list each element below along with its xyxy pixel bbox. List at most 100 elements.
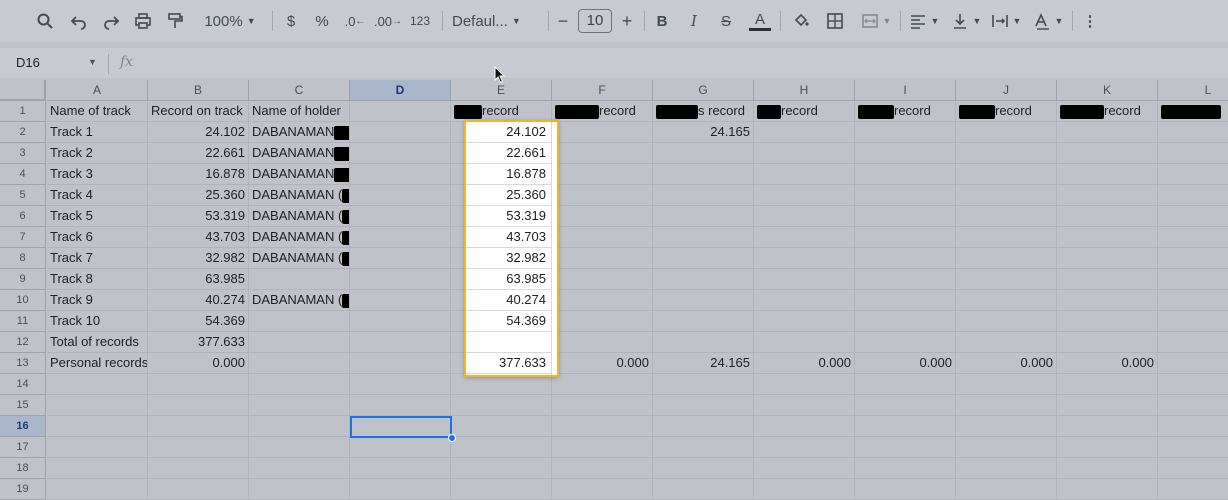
row-header-19[interactable]: 19 <box>0 479 46 500</box>
cell[interactable] <box>350 248 451 269</box>
cell[interactable]: 63.985 <box>148 269 249 290</box>
cell[interactable] <box>1057 269 1158 290</box>
cell[interactable] <box>653 185 754 206</box>
cell[interactable]: Track 3 <box>47 164 148 185</box>
cell[interactable] <box>47 458 148 479</box>
cell[interactable] <box>956 185 1057 206</box>
row-header-13[interactable]: 13 <box>0 353 46 374</box>
column-header-g[interactable]: G <box>653 80 754 101</box>
cell[interactable] <box>1158 143 1228 164</box>
cell[interactable] <box>1057 227 1158 248</box>
cell[interactable] <box>1057 458 1158 479</box>
cell[interactable] <box>956 143 1057 164</box>
cell[interactable] <box>249 269 350 290</box>
cell[interactable] <box>451 374 552 395</box>
cell[interactable] <box>148 458 249 479</box>
cell[interactable] <box>552 227 653 248</box>
cell[interactable] <box>855 416 956 437</box>
number-format-button[interactable]: 123 <box>408 9 432 33</box>
cell[interactable] <box>552 332 653 353</box>
cell[interactable] <box>1057 332 1158 353</box>
cell[interactable] <box>956 395 1057 416</box>
cell[interactable] <box>956 311 1057 332</box>
decrease-decimal-button[interactable]: .0 ← <box>344 9 366 33</box>
cell[interactable]: Track 7 <box>47 248 148 269</box>
cell[interactable] <box>1057 374 1158 395</box>
cell[interactable] <box>47 374 148 395</box>
cell[interactable] <box>350 122 451 143</box>
name-box[interactable]: D16 <box>16 55 40 70</box>
cell[interactable]: Track 5 <box>47 206 148 227</box>
cell[interactable] <box>855 269 956 290</box>
cell[interactable]: 40.274 <box>148 290 249 311</box>
cell[interactable] <box>956 248 1057 269</box>
cell[interactable] <box>754 164 855 185</box>
cell[interactable] <box>956 332 1057 353</box>
increase-decimal-button[interactable]: .00 → <box>374 9 402 33</box>
bold-button[interactable]: B <box>654 9 670 33</box>
cell[interactable] <box>552 206 653 227</box>
cell[interactable]: 24.102 <box>148 122 249 143</box>
cell[interactable] <box>653 458 754 479</box>
cell[interactable] <box>855 122 956 143</box>
cell[interactable] <box>956 437 1057 458</box>
cell[interactable] <box>1057 248 1158 269</box>
percent-button[interactable]: % <box>313 9 331 33</box>
cell[interactable] <box>956 290 1057 311</box>
text-wrapping-button[interactable]: ▼ <box>988 9 1024 33</box>
cell[interactable] <box>1158 185 1228 206</box>
row-header-18[interactable]: 18 <box>0 458 46 479</box>
row-header-8[interactable]: 8 <box>0 248 46 269</box>
cell[interactable] <box>855 185 956 206</box>
cell[interactable] <box>754 395 855 416</box>
cell[interactable] <box>754 479 855 500</box>
cell[interactable] <box>350 143 451 164</box>
vertical-align-button[interactable]: ▼ <box>948 9 984 33</box>
row-header-11[interactable]: 11 <box>0 311 46 332</box>
cell[interactable]: DABANAMAN ( <box>249 185 350 206</box>
cell[interactable] <box>350 269 451 290</box>
cell[interactable] <box>249 311 350 332</box>
column-header-f[interactable]: F <box>552 80 653 101</box>
cell[interactable]: Track 9 <box>47 290 148 311</box>
row-header-5[interactable]: 5 <box>0 185 46 206</box>
active-cell-selection[interactable] <box>350 416 452 438</box>
borders-icon[interactable] <box>824 9 846 33</box>
cell[interactable] <box>1057 290 1158 311</box>
cell[interactable] <box>1057 122 1158 143</box>
cell[interactable] <box>552 416 653 437</box>
font-size-input[interactable]: 10 <box>578 9 612 33</box>
cell[interactable] <box>148 395 249 416</box>
cell[interactable] <box>653 479 754 500</box>
row-header-17[interactable]: 17 <box>0 437 46 458</box>
cell[interactable]: record <box>1057 101 1158 122</box>
cell[interactable] <box>754 290 855 311</box>
cell[interactable] <box>855 248 956 269</box>
select-all-corner[interactable] <box>0 80 46 101</box>
cell[interactable] <box>1158 416 1228 437</box>
cell[interactable] <box>754 206 855 227</box>
fill-handle[interactable] <box>448 434 456 442</box>
cell[interactable]: Name of holder <box>249 101 350 122</box>
cell[interactable] <box>451 395 552 416</box>
cell[interactable] <box>552 269 653 290</box>
cell[interactable] <box>653 395 754 416</box>
cell[interactable] <box>754 416 855 437</box>
cell[interactable] <box>451 479 552 500</box>
cell[interactable] <box>552 290 653 311</box>
cell[interactable] <box>1158 353 1228 374</box>
cell[interactable] <box>47 416 148 437</box>
cell[interactable] <box>855 206 956 227</box>
cell[interactable] <box>350 227 451 248</box>
cell[interactable] <box>855 332 956 353</box>
cell[interactable]: Track 6 <box>47 227 148 248</box>
cell[interactable]: 0.000 <box>855 353 956 374</box>
column-header-h[interactable]: H <box>754 80 855 101</box>
cell[interactable] <box>1158 269 1228 290</box>
cell[interactable] <box>552 122 653 143</box>
cell[interactable] <box>754 332 855 353</box>
cell[interactable] <box>350 185 451 206</box>
cell[interactable] <box>855 164 956 185</box>
cell[interactable] <box>552 164 653 185</box>
cell[interactable] <box>1158 332 1228 353</box>
